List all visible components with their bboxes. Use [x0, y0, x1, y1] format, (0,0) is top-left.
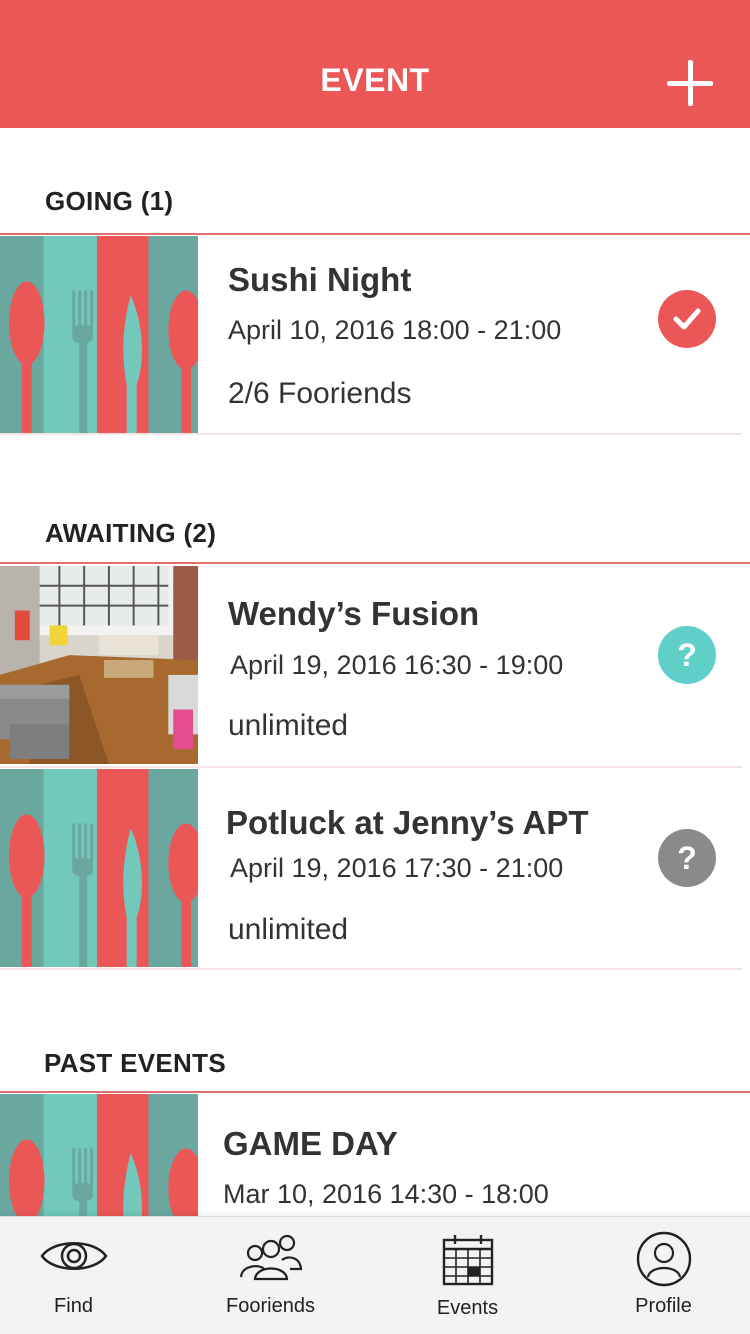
divider — [0, 968, 742, 970]
event-capacity: 2/6 Fooriends — [228, 377, 412, 410]
user-circle-icon — [636, 1231, 691, 1287]
check-circle-icon[interactable] — [658, 290, 716, 348]
calendar-icon — [442, 1235, 493, 1286]
tab-profile[interactable]: Profile — [570, 1217, 750, 1334]
event-capacity: unlimited — [228, 913, 349, 946]
people-icon — [239, 1234, 302, 1281]
section-title-going: GOING (1) — [45, 186, 174, 216]
event-name: Wendy’s Fusion — [228, 595, 480, 632]
tab-events[interactable]: Events — [374, 1217, 561, 1334]
event-thumbnail — [0, 768, 198, 968]
section-title-past: PAST EVENTS — [44, 1048, 226, 1078]
app-header: EVENT — [0, 0, 750, 128]
event-capacity: unlimited — [228, 709, 349, 742]
add-event-button[interactable] — [664, 58, 716, 110]
event-card-wendys-fusion[interactable]: Wendy’s Fusion April 19, 2016 16:30 - 19… — [0, 565, 750, 765]
event-name: GAME DAY — [223, 1125, 398, 1162]
event-thumbnail — [0, 235, 198, 435]
tab-label: Find — [54, 1295, 93, 1317]
question-circle-icon[interactable]: ? — [658, 829, 716, 887]
tab-find[interactable]: Find — [0, 1217, 167, 1334]
divider — [0, 433, 742, 435]
event-name: Sushi Night — [228, 261, 412, 298]
event-name: Potluck at Jenny’s APT — [226, 804, 589, 841]
event-datetime: April 19, 2016 17:30 - 21:00 — [230, 853, 564, 883]
eye-icon — [39, 1242, 108, 1270]
bottom-tab-bar: Find Fooriends Events Profile — [0, 1216, 750, 1334]
tab-label: Profile — [635, 1295, 692, 1317]
question-circle-icon[interactable]: ? — [658, 626, 716, 684]
event-datetime: Mar 10, 2016 14:30 - 18:00 — [223, 1179, 549, 1209]
event-datetime: April 10, 2016 18:00 - 21:00 — [228, 315, 562, 345]
section-title-awaiting: AWAITING (2) — [45, 518, 217, 548]
event-card-sushi-night[interactable]: Sushi Night April 10, 2016 18:00 - 21:00… — [0, 235, 750, 435]
tab-fooriends[interactable]: Fooriends — [177, 1217, 364, 1334]
divider — [0, 562, 750, 564]
event-thumbnail — [0, 565, 198, 765]
event-card-potluck[interactable]: Potluck at Jenny’s APT April 19, 2016 17… — [0, 768, 750, 968]
page-title: EVENT — [320, 62, 430, 98]
tab-label: Events — [436, 1297, 499, 1319]
tab-label: Fooriends — [226, 1295, 315, 1317]
event-datetime: April 19, 2016 16:30 - 19:00 — [230, 650, 564, 680]
